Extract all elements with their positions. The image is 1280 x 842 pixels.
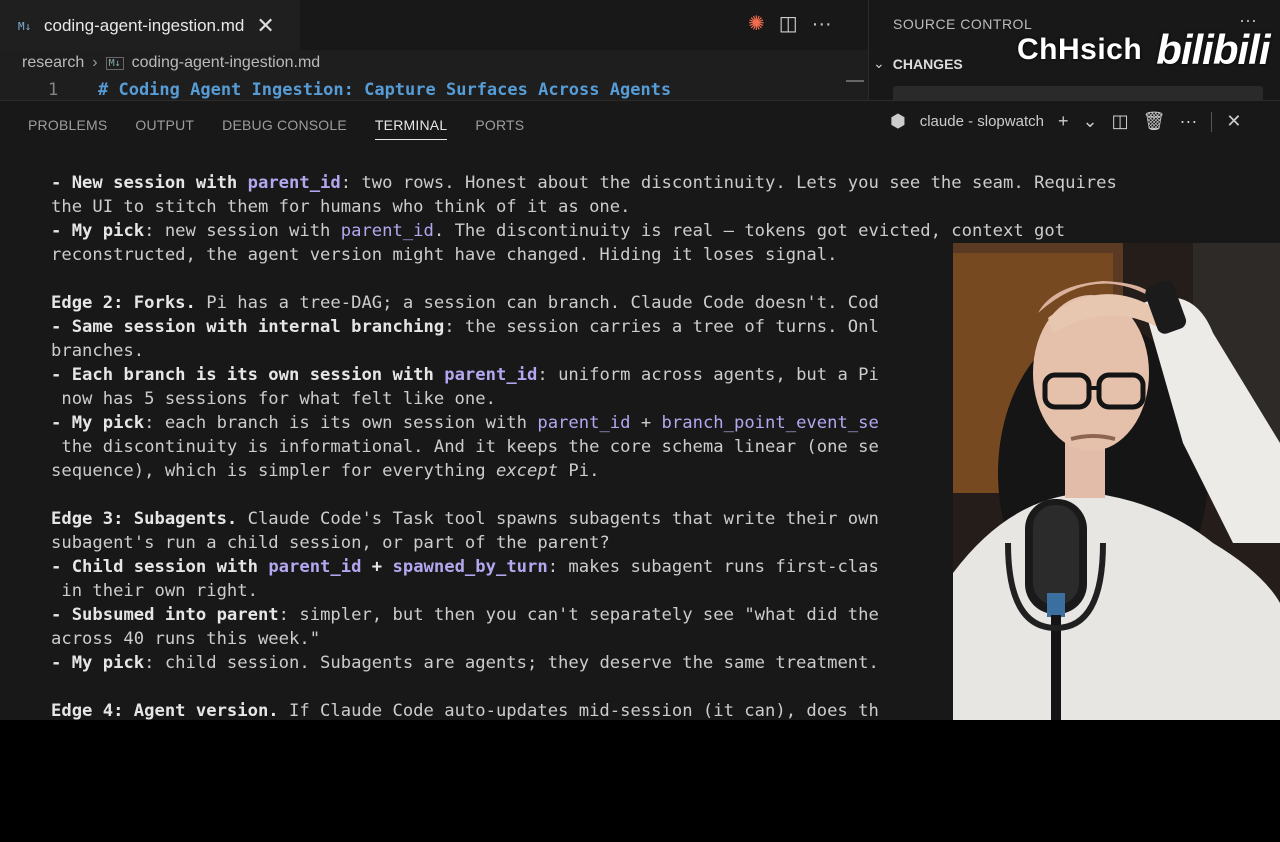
close-panel-icon[interactable]: ✕: [1226, 111, 1241, 132]
terminal-text: +: [361, 557, 393, 577]
terminal-text: parent_id: [247, 173, 341, 193]
bilibili-logo: bilibili: [1156, 26, 1270, 73]
terminal-text: : simpler, but then you can't separately…: [278, 605, 879, 625]
terminal-text: -: [51, 317, 72, 337]
terminal-text: Edge 4: Agent version.: [51, 701, 279, 720]
terminal-text: : new session with: [144, 221, 341, 241]
editor-tab[interactable]: M↓ coding-agent-ingestion.md ✕: [0, 0, 300, 51]
terminal-text: branches.: [51, 341, 145, 361]
terminal-text: -: [51, 557, 72, 577]
editor-tab-bar: M↓ coding-agent-ingestion.md ✕ ✺ ◫ ···: [0, 0, 868, 51]
terminal-text: Claude Code's Task tool spawns subagents…: [237, 509, 879, 529]
tab-debug-console[interactable]: DEBUG CONSOLE: [222, 111, 347, 139]
terminal-text: in their own right.: [51, 581, 258, 601]
terminal-text: Pi.: [558, 461, 600, 481]
terminal-text: -: [51, 413, 72, 433]
terminal-text: : uniform across agents, but a Pi: [537, 365, 879, 385]
video-watermark: ChHsich bilibili: [1017, 26, 1271, 74]
minimap[interactable]: [846, 80, 864, 82]
divider: [1211, 111, 1213, 132]
terminal-text: . The discontinuity is real — tokens got…: [433, 221, 1066, 241]
terminal-text: Same session with internal branching: [71, 317, 445, 337]
terminal-text: Edge 3: Subagents.: [51, 509, 238, 529]
terminal-text: the UI to stitch them for humans who thi…: [51, 197, 631, 217]
terminal-line: the UI to stitch them for humans who thi…: [51, 195, 1271, 219]
chevron-down-icon: ⌄: [873, 55, 885, 71]
breadcrumb: research › M↓ coding-agent-ingestion.md: [22, 54, 320, 72]
terminal-text: Subsumed into parent: [71, 605, 279, 625]
terminal-text: : each branch is its own session with: [144, 413, 538, 433]
tab-ports[interactable]: PORTS: [475, 111, 524, 139]
terminal-text: -: [51, 173, 72, 193]
split-terminal-icon[interactable]: ◫: [1112, 111, 1129, 132]
terminal-text: branch_point_event_se: [661, 413, 879, 433]
terminal-text: -: [51, 605, 72, 625]
split-editor-icon[interactable]: ◫: [779, 10, 798, 38]
terminal-toolbar: ⬢ claude - slopwatch + ⌄ ◫ 🗑 ··· ✕: [890, 111, 1242, 132]
terminal-line: - My pick: new session with parent_id. T…: [51, 219, 1271, 243]
tab-problems[interactable]: PROBLEMS: [28, 111, 107, 139]
terminal-text: except: [495, 461, 559, 481]
chevron-down-icon[interactable]: ⌄: [1082, 111, 1097, 132]
terminal-text: parent_id: [268, 557, 362, 577]
terminal-text: My pick: [71, 413, 145, 433]
editor-actions: ✺ ◫ ···: [748, 10, 832, 38]
terminal-text: If Claude Code auto-updates mid-session …: [278, 701, 879, 720]
terminal-text: : child session. Subagents are agents; t…: [144, 653, 879, 673]
terminal-text: now has 5 sessions for what felt like on…: [51, 389, 496, 409]
terminal-text: Edge 2: Forks.: [51, 293, 196, 313]
markdown-icon: M↓: [18, 19, 32, 33]
terminal-icon: ⬢: [890, 111, 906, 131]
more-icon[interactable]: ···: [1179, 111, 1197, 132]
terminal-text: across 40 runs this week.": [51, 629, 321, 649]
terminal-text: +: [630, 413, 662, 433]
source-control-title: SOURCE CONTROL: [893, 16, 1033, 32]
add-terminal-icon[interactable]: +: [1058, 111, 1069, 132]
terminal-text: subagent's run a child session, or part …: [51, 533, 610, 553]
terminal-text: My pick: [71, 653, 145, 673]
terminal-text: Pi has a tree-DAG; a session can branch.…: [195, 293, 879, 313]
vscode-window: M↓ coding-agent-ingestion.md ✕ ✺ ◫ ··· r…: [0, 0, 1280, 720]
terminal-line: - New session with parent_id: two rows. …: [51, 171, 1271, 195]
terminal-name[interactable]: claude - slopwatch: [920, 113, 1044, 130]
line-text: # Coding Agent Ingestion: Capture Surfac…: [98, 80, 672, 100]
terminal-text: My pick: [71, 221, 145, 241]
terminal-text: reconstructed, the agent version might h…: [51, 245, 838, 265]
terminal-text: parent_id: [340, 221, 434, 241]
editor-line[interactable]: 1 # Coding Agent Ingestion: Capture Surf…: [0, 78, 868, 100]
terminal-text: spawned_by_turn: [392, 557, 548, 577]
terminal-text: : makes subagent runs first-clas: [547, 557, 879, 577]
trash-icon[interactable]: 🗑: [1143, 111, 1166, 132]
chevron-right-icon: ›: [92, 54, 98, 71]
watermark-name: ChHsich: [1017, 33, 1143, 66]
terminal-text: the discontinuity is informational. And …: [51, 437, 879, 457]
close-icon[interactable]: ✕: [256, 15, 274, 37]
terminal-text: -: [51, 221, 72, 241]
line-number: 1: [48, 80, 59, 100]
tab-terminal[interactable]: TERMINAL: [374, 111, 448, 140]
source-control-view: SOURCE CONTROL ··· ⌄ CHANGES ChHsich bil…: [868, 0, 1280, 102]
terminal-text: Each branch is its own session with: [71, 365, 445, 385]
more-icon[interactable]: ···: [812, 10, 832, 38]
tab-title: coding-agent-ingestion.md: [44, 16, 245, 35]
terminal-text: New session with: [71, 173, 248, 193]
spark-icon[interactable]: ✺: [748, 10, 765, 38]
breadcrumb-folder[interactable]: research: [22, 54, 84, 72]
markdown-icon: M↓: [105, 56, 124, 70]
terminal-text: : the session carries a tree of turns. O…: [444, 317, 879, 337]
terminal-text: parent_id: [537, 413, 631, 433]
changes-section[interactable]: ⌄ CHANGES: [873, 55, 963, 72]
terminal-text: parent_id: [444, 365, 538, 385]
terminal-text: sequence), which is simpler for everythi…: [51, 461, 496, 481]
terminal-text: -: [51, 653, 72, 673]
tab-output[interactable]: OUTPUT: [135, 111, 194, 139]
terminal-text: Child session with: [71, 557, 269, 577]
webcam-overlay: [953, 243, 1280, 720]
changes-label: CHANGES: [892, 55, 963, 72]
terminal-text: : two rows. Honest about the discontinui…: [340, 173, 1117, 193]
breadcrumb-file[interactable]: coding-agent-ingestion.md: [132, 54, 321, 72]
terminal-text: -: [51, 365, 72, 385]
